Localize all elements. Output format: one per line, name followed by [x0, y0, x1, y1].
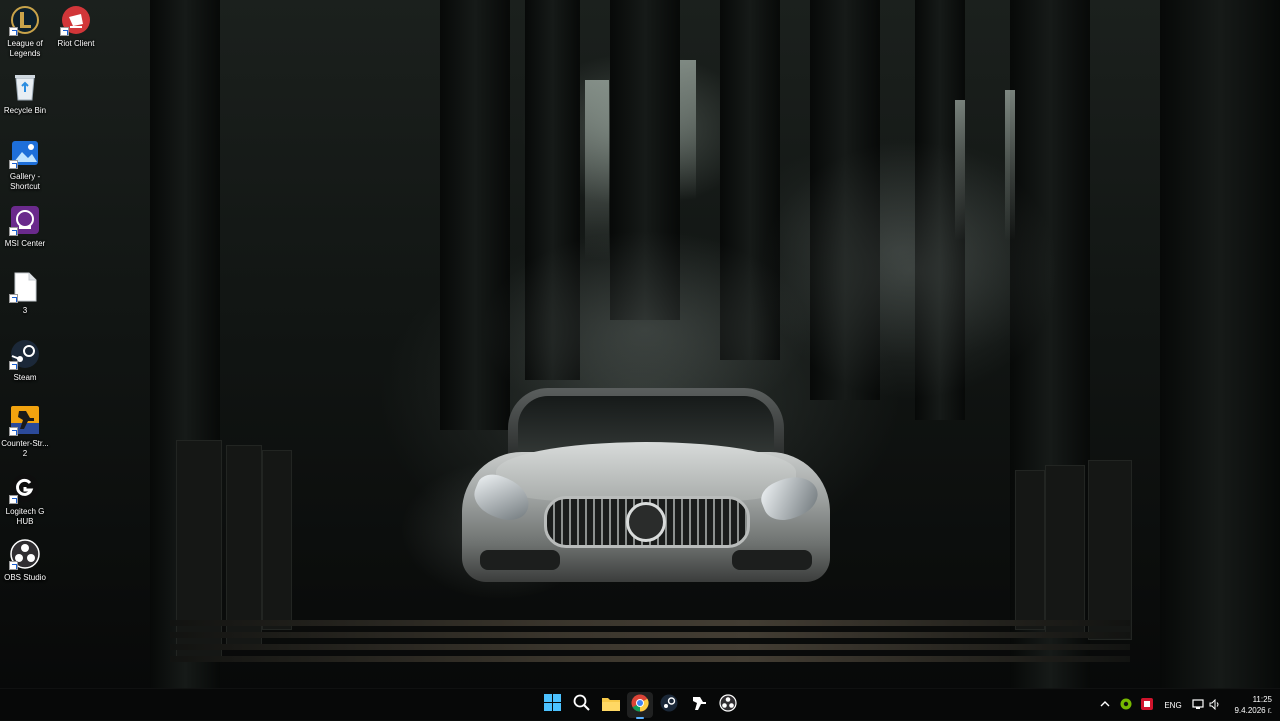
bridge-rail — [226, 445, 262, 645]
steam-button[interactable] — [656, 692, 682, 718]
desktop-icon-riot-client[interactable]: Riot Client — [51, 4, 101, 49]
desktop-icon-label: Steam — [13, 373, 37, 382]
desktop-icon-steam[interactable]: Steam — [0, 338, 50, 383]
taskbar: ENG 11:25 9.4.2026 г. — [0, 688, 1280, 720]
start-button[interactable] — [539, 692, 565, 718]
bridge-rail — [1088, 460, 1132, 640]
desktop-icon-label: League of Legends — [7, 39, 43, 58]
bridge-rail — [262, 450, 292, 630]
desktop-icon-league-of-legends[interactable]: League of Legends — [0, 4, 50, 59]
clock-date: 9.4.2026 г. — [1234, 706, 1272, 715]
bridge-plank — [170, 656, 1130, 662]
counter-strike-icon — [9, 404, 41, 436]
bridge-plank — [170, 620, 1130, 626]
fog — [760, 140, 1060, 400]
desktop-icon-file-3[interactable]: 3 — [0, 271, 50, 316]
tray-volume[interactable] — [1207, 689, 1223, 721]
riot-client-icon — [60, 4, 92, 36]
car-intake — [732, 550, 812, 570]
league-of-legends-icon — [9, 4, 41, 36]
bridge-rail — [1015, 470, 1045, 630]
desktop-icon-recycle-bin[interactable]: Recycle Bin — [0, 71, 50, 116]
msi-center-icon — [9, 204, 41, 236]
car-hood — [496, 442, 796, 502]
file-explorer-icon — [602, 695, 620, 716]
windows-start-icon — [543, 694, 561, 716]
counter-strike-icon — [690, 694, 708, 717]
volume-icon — [1209, 698, 1221, 712]
nvidia-icon — [1120, 698, 1132, 712]
steam-icon — [9, 338, 41, 370]
recycle-bin-icon — [9, 71, 41, 103]
bridge-plank — [170, 632, 1130, 638]
desktop-icon-counter-strike[interactable]: Counter-Str... 2 — [0, 404, 50, 459]
desktop-icon-label: Counter-Str... 2 — [1, 439, 49, 458]
network-icon — [1192, 698, 1204, 712]
chevron-up-icon — [1100, 700, 1110, 710]
desktop-icon-label: OBS Studio — [4, 573, 46, 582]
obs-studio-button[interactable] — [715, 692, 741, 718]
language-label: ENG — [1164, 700, 1182, 710]
desktop-icon-label: Logitech G HUB — [5, 507, 45, 526]
search-button[interactable] — [568, 692, 594, 718]
chrome-icon — [631, 694, 649, 717]
clock-time: 11:25 — [1252, 695, 1272, 704]
search-icon — [573, 694, 590, 716]
tray-nvidia[interactable] — [1117, 689, 1135, 721]
gallery-icon — [9, 137, 41, 169]
desktop-icon-obs-studio[interactable]: OBS Studio — [0, 538, 50, 583]
desktop-wallpaper — [0, 0, 1280, 720]
file-icon — [9, 271, 41, 303]
desktop-icon-label: Riot Client — [57, 39, 95, 48]
chrome-button[interactable] — [627, 692, 653, 719]
tray-network[interactable] — [1190, 689, 1206, 721]
msi-icon — [1141, 698, 1153, 712]
counter-strike-button[interactable] — [686, 692, 712, 718]
file-explorer-button[interactable] — [598, 692, 624, 718]
logitech-g-hub-icon — [9, 472, 41, 504]
desktop-icon-label: 3 — [22, 306, 28, 315]
desktop-icon-logitech-g-hub[interactable]: Logitech G HUB — [0, 472, 50, 527]
desktop-icon-label: Recycle Bin — [3, 106, 47, 115]
car-intake — [480, 550, 560, 570]
bridge-plank — [170, 644, 1130, 650]
bridge-rail — [1045, 465, 1085, 635]
desktop-icon-gallery[interactable]: Gallery - Shortcut — [0, 137, 50, 192]
obs-studio-icon — [719, 693, 737, 717]
tree-trunk — [1160, 0, 1280, 690]
tray-msi[interactable] — [1138, 689, 1156, 721]
bridge-rail — [176, 440, 222, 660]
clock[interactable]: 11:25 9.4.2026 г. — [1222, 694, 1272, 716]
language-indicator[interactable]: ENG — [1160, 689, 1186, 721]
desktop-icon-label: MSI Center — [4, 239, 46, 248]
light-gap — [680, 60, 696, 200]
steam-icon — [660, 694, 678, 717]
desktop-icon-label: Gallery - Shortcut — [9, 172, 41, 191]
obs-studio-icon — [9, 538, 41, 570]
car-emblem — [626, 502, 666, 542]
desktop-icon-msi-center[interactable]: MSI Center — [0, 204, 50, 249]
sports-car — [456, 382, 836, 594]
show-hidden-icons-button[interactable] — [1096, 689, 1114, 721]
